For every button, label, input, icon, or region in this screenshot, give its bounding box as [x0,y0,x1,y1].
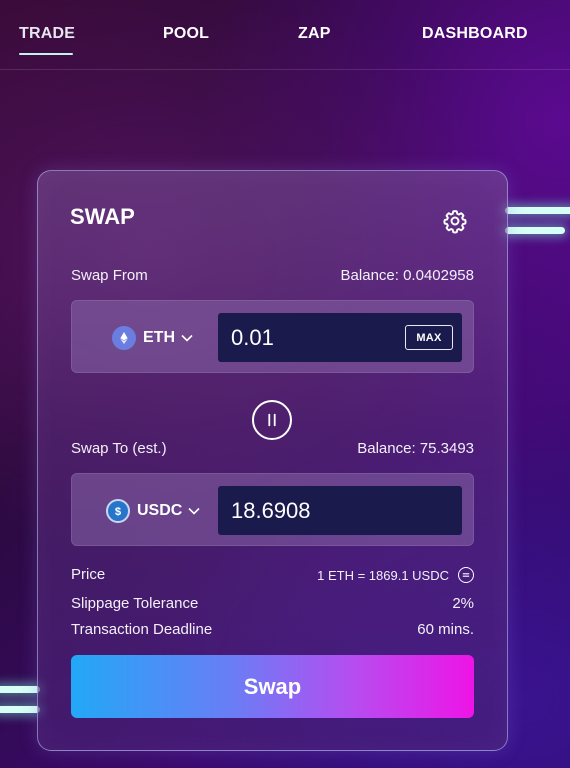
swap-title: SWAP [70,204,135,229]
swap-from-panel: ETH MAX [71,300,474,373]
nav-tab-zap[interactable]: ZAP [298,25,331,43]
deadline-label: Transaction Deadline [71,621,213,638]
glow-line-right-top [505,207,570,214]
swap-to-balance: Balance: 75.3493 [357,440,474,457]
to-token-select[interactable]: $ USDC [106,474,200,547]
to-amount-box [218,486,462,535]
swap-button[interactable]: Swap [71,655,474,718]
nav-tab-trade[interactable]: TRADE [19,25,75,43]
price-row: Price 1 ETH = 1869.1 USDC [71,566,474,583]
slippage-value: 2% [452,595,474,612]
nav-active-underline [19,53,73,55]
swap-direction-icon [268,413,276,427]
to-amount-input[interactable] [231,497,451,524]
swap-from-balance: Balance: 0.0402958 [340,267,474,284]
chevron-down-icon [188,507,200,515]
max-button[interactable]: MAX [405,325,453,350]
to-token-symbol: USDC [137,501,183,519]
deadline-row: Transaction Deadline 60 mins. [71,621,474,638]
top-nav: TRADE POOL ZAP DASHBOARD [0,0,570,70]
glow-line-left-top [0,686,40,693]
from-token-symbol: ETH [143,328,175,346]
from-amount-box: MAX [218,313,462,362]
price-value: 1 ETH = 1869.1 USDC [317,567,449,583]
from-amount-input[interactable] [231,324,401,351]
swap-direction-button[interactable] [252,400,292,440]
swap-to-panel: $ USDC [71,473,474,546]
price-value-wrap: 1 ETH = 1869.1 USDC [317,567,474,583]
svg-text:$: $ [115,505,122,517]
nav-tab-dashboard[interactable]: DASHBOARD [422,25,528,43]
swap-card: SWAP Swap From Balance: 0.0402958 ETH MA… [37,170,508,751]
glow-line-left-bottom [0,706,40,713]
swap-from-label: Swap From [71,267,148,284]
swap-to-label: Swap To (est.) [71,440,167,457]
price-invert-icon[interactable] [458,567,474,583]
usdc-icon: $ [106,498,130,523]
glow-line-right-bottom [505,227,565,234]
from-token-select[interactable]: ETH [112,301,193,374]
chevron-down-icon [181,334,193,342]
gear-icon[interactable] [442,208,468,234]
deadline-value: 60 mins. [417,621,474,638]
nav-tab-pool[interactable]: POOL [163,25,209,43]
price-label: Price [71,566,106,583]
slippage-label: Slippage Tolerance [71,595,199,612]
ethereum-icon [112,325,136,350]
slippage-row: Slippage Tolerance 2% [71,595,474,612]
